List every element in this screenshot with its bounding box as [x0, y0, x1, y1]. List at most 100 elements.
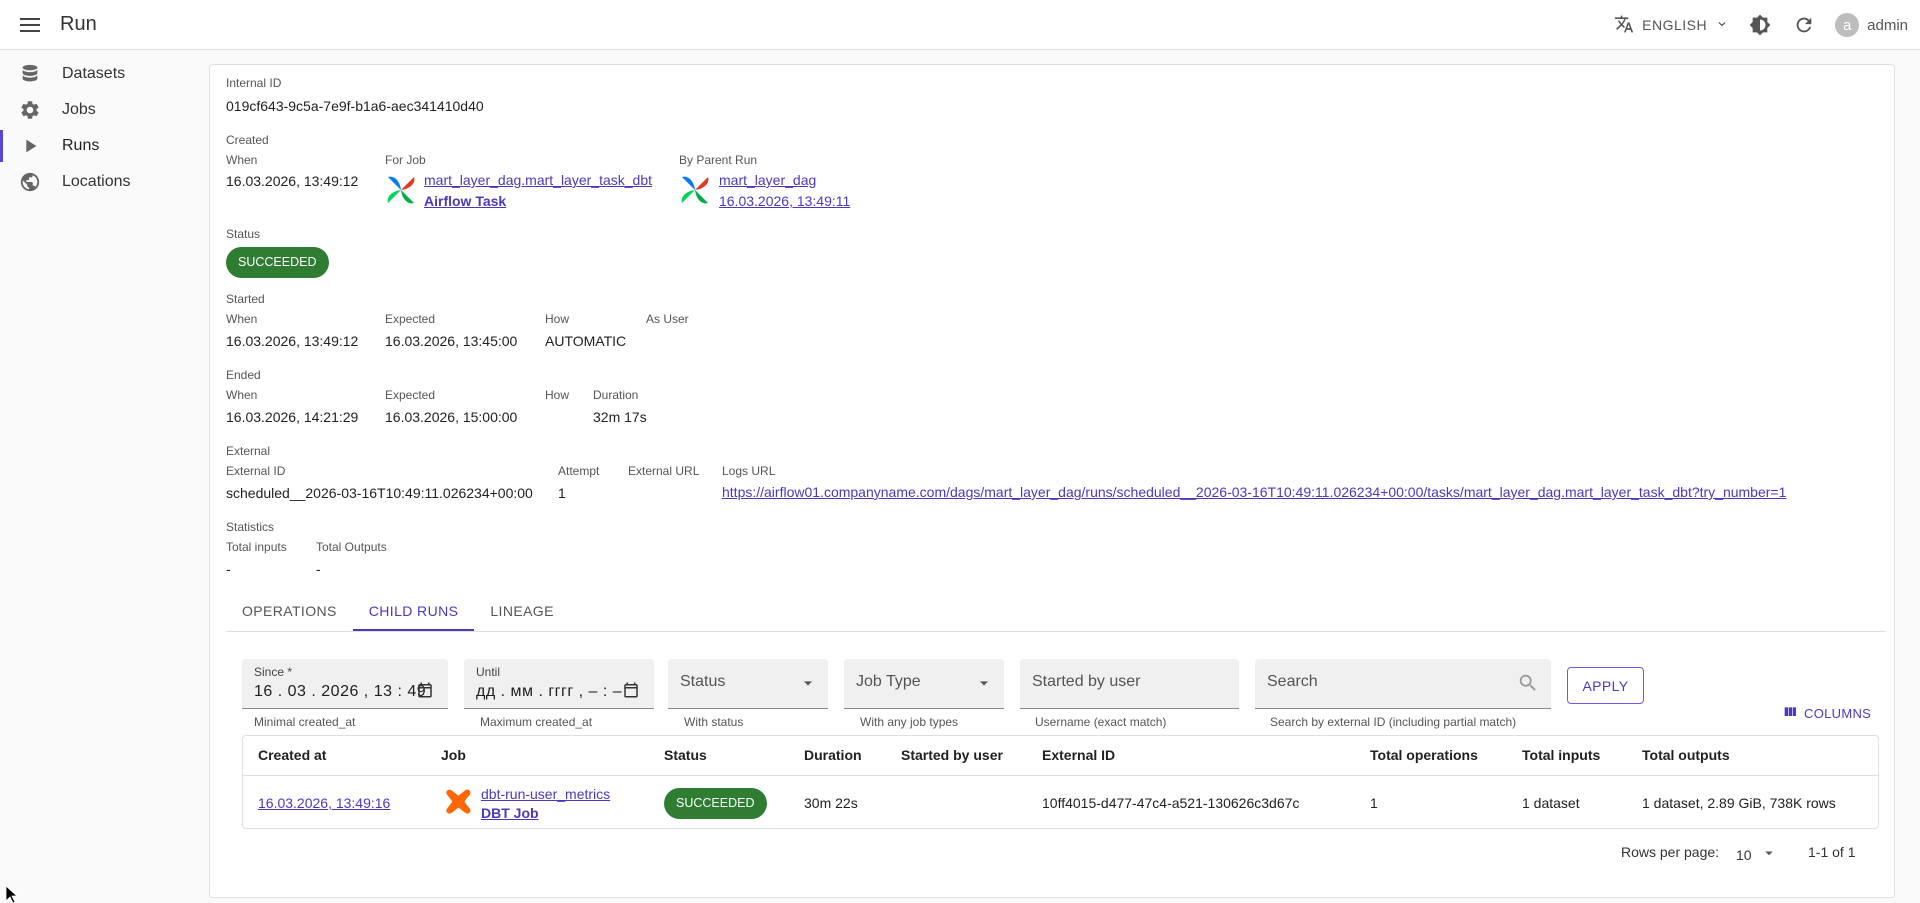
job-type-select[interactable]: Job Type	[844, 659, 1004, 709]
language-label: ENGLISH	[1642, 17, 1708, 33]
app-bar: Run ENGLISH a admin	[0, 0, 1920, 50]
user-name: admin	[1867, 16, 1908, 34]
logs-url-link[interactable]: https://airflow01.companyname.com/dags/m…	[722, 484, 1786, 500]
tab-child-runs[interactable]: CHILD RUNS	[352, 591, 475, 631]
mouse-cursor-icon	[5, 885, 19, 903]
search-icon	[1517, 672, 1539, 697]
ended-expected-value: 16.03.2026, 15:00:00	[385, 409, 518, 425]
since-date-field[interactable]: Since * 16 . 03 . 2026 , 13 : 49	[242, 659, 448, 709]
until-date-field[interactable]: Until дд . мм . гггг , – : –	[464, 659, 654, 709]
until-helper: Maximum created_at	[480, 715, 593, 729]
started-when-label: When	[226, 312, 258, 326]
external-id-value: scheduled__2026-03-16T10:49:11.026234+00…	[226, 485, 533, 501]
statistics-section-label: Statistics	[226, 520, 275, 534]
for-job-label: For Job	[385, 153, 426, 167]
ended-section-label: Ended	[226, 368, 261, 382]
dropdown-arrow-icon	[974, 673, 994, 696]
column-header-external-id[interactable]: External ID	[1042, 736, 1115, 775]
play-icon	[18, 134, 42, 158]
created-when-label: When	[226, 153, 258, 167]
column-header-status[interactable]: Status	[664, 736, 707, 775]
external-id-label: External ID	[226, 464, 286, 478]
total-inputs-label: Total inputs	[226, 540, 287, 554]
started-when-value: 16.03.2026, 13:49:12	[226, 333, 359, 349]
started-by-user-input[interactable]: Started by user	[1020, 659, 1239, 709]
row-job-link[interactable]: dbt-run-user_metrics	[481, 786, 610, 802]
since-label: Since *	[254, 665, 293, 679]
airflow-icon	[678, 173, 712, 210]
database-icon	[18, 62, 42, 86]
search-input[interactable]: Search	[1255, 659, 1551, 709]
status-select[interactable]: Status	[668, 659, 828, 709]
row-job-type-link[interactable]: DBT Job	[481, 805, 610, 821]
globe-icon	[18, 170, 42, 194]
column-header-job[interactable]: Job	[441, 736, 466, 775]
total-outputs-value: -	[316, 561, 321, 577]
child-runs-table: Created at Job Status Duration Started b…	[242, 735, 1879, 893]
refresh-icon[interactable]	[1791, 12, 1817, 38]
pagination-range: 1-1 of 1	[1808, 844, 1856, 860]
status-badge: SUCCEEDED	[226, 247, 329, 278]
ended-when-label: When	[226, 388, 258, 402]
job-type-placeholder: Job Type	[856, 673, 921, 690]
sidebar-item-runs[interactable]: Runs	[0, 128, 210, 164]
sidebar-item-label: Datasets	[62, 65, 126, 82]
column-header-created-at[interactable]: Created at	[258, 736, 326, 775]
started-section-label: Started	[226, 292, 265, 306]
sidebar-item-label: Locations	[62, 173, 131, 190]
columns-button[interactable]: COLUMNS	[1782, 704, 1871, 723]
job-type-link[interactable]: Airflow Task	[424, 193, 506, 209]
run-tabs: OPERATIONS CHILD RUNS LINEAGE	[226, 591, 1886, 632]
column-header-duration[interactable]: Duration	[804, 736, 862, 775]
calendar-icon[interactable]	[416, 681, 434, 702]
sidebar-item-jobs[interactable]: Jobs	[0, 92, 210, 128]
search-placeholder: Search	[1267, 673, 1318, 690]
sidebar-item-locations[interactable]: Locations	[0, 164, 210, 200]
created-when-value: 16.03.2026, 13:49:12	[226, 173, 359, 189]
sidebar-item-datasets[interactable]: Datasets	[0, 56, 210, 92]
since-helper: Minimal created_at	[254, 715, 356, 729]
internal-id-label: Internal ID	[226, 76, 282, 90]
theme-toggle-icon[interactable]	[1747, 12, 1773, 38]
row-duration: 30m 22s	[804, 795, 858, 811]
started-how-label: How	[545, 312, 570, 326]
menu-icon[interactable]	[0, 0, 60, 50]
parent-run-time-link[interactable]: 16.03.2026, 13:49:11	[719, 193, 850, 209]
started-expected-value: 16.03.2026, 13:45:00	[385, 333, 518, 349]
row-created-at-link[interactable]: 16.03.2026, 13:49:16	[258, 795, 390, 811]
column-header-total-operations[interactable]: Total operations	[1370, 736, 1478, 775]
tab-lineage[interactable]: LINEAGE	[474, 591, 570, 631]
rows-per-page-select[interactable]: 10	[1736, 844, 1778, 865]
calendar-icon[interactable]	[622, 681, 640, 702]
status-helper: With status	[684, 715, 744, 729]
duration-label: Duration	[593, 388, 639, 402]
created-section-label: Created	[226, 133, 269, 147]
status-placeholder: Status	[680, 673, 726, 690]
since-value: 16 . 03 . 2026 , 13 : 49	[254, 683, 427, 700]
ended-how-label: How	[545, 388, 570, 402]
search-helper: Search by external ID (including partial…	[1270, 715, 1517, 729]
row-total-inputs: 1 dataset	[1522, 795, 1580, 811]
language-selector[interactable]: ENGLISH	[1614, 14, 1729, 37]
user-menu[interactable]: a admin	[1835, 13, 1908, 37]
parent-run-label: By Parent Run	[679, 153, 758, 167]
column-header-total-outputs[interactable]: Total outputs	[1642, 736, 1730, 775]
job-link[interactable]: mart_layer_dag.mart_layer_task_dbt	[424, 172, 652, 188]
row-external-id: 10ff4015-d477-47c4-a521-130626c3d67c	[1042, 795, 1300, 811]
external-url-label: External URL	[628, 464, 700, 478]
total-inputs-value: -	[226, 561, 231, 577]
started-expected-label: Expected	[385, 312, 436, 326]
chevron-down-icon	[1715, 17, 1729, 34]
dropdown-arrow-icon	[1760, 844, 1778, 865]
apply-button[interactable]: APPLY	[1567, 667, 1644, 704]
gear-icon	[18, 98, 42, 122]
row-total-outputs: 1 dataset, 2.89 GiB, 738K rows	[1642, 795, 1836, 811]
table-row[interactable]: 16.03.2026, 13:49:16 dbt-run-user_metric…	[243, 775, 1878, 829]
tab-operations[interactable]: OPERATIONS	[226, 591, 353, 631]
parent-run-link[interactable]: mart_layer_dag	[719, 172, 816, 188]
column-header-total-inputs[interactable]: Total inputs	[1522, 736, 1600, 775]
column-header-started-by-user[interactable]: Started by user	[901, 736, 1003, 775]
duration-value: 32m 17s	[593, 409, 647, 425]
logs-url-label: Logs URL	[722, 464, 776, 478]
translate-icon	[1614, 14, 1634, 37]
